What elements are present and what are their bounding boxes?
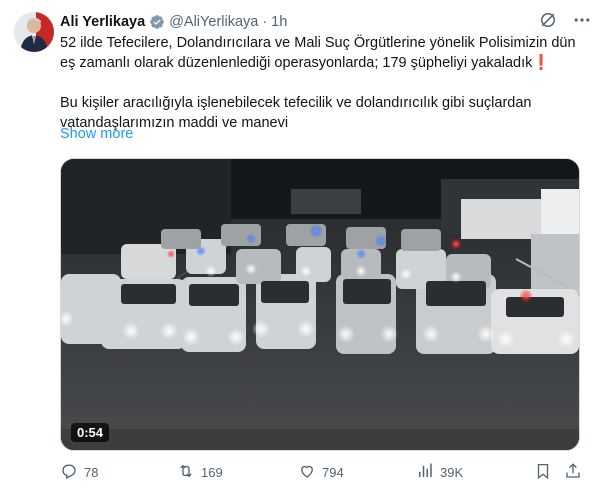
grok-icon[interactable] [538, 10, 558, 30]
reply-icon [60, 462, 78, 483]
reply-button[interactable]: 78 [60, 462, 98, 482]
author-name[interactable]: Ali Yerlikaya [60, 14, 145, 30]
bookmark-icon [534, 462, 552, 483]
like-count: 794 [322, 464, 344, 480]
like-icon [298, 462, 316, 483]
video-thumbnail [61, 159, 579, 450]
timestamp[interactable]: 1h [271, 14, 287, 30]
verified-badge-icon [149, 14, 165, 30]
tweet-top-actions [538, 10, 592, 30]
repost-count: 169 [201, 464, 223, 480]
views-icon [416, 462, 434, 483]
share-icon [564, 462, 582, 483]
author-handle[interactable]: @AliYerlikaya [169, 14, 258, 30]
tweet-card[interactable]: Ali Yerlikaya @AliYerlikaya · 1h 52 ilde… [0, 0, 606, 492]
repost-button[interactable]: 169 [177, 462, 223, 482]
avatar-image [14, 12, 54, 52]
like-button[interactable]: 794 [298, 462, 344, 482]
repost-icon [177, 462, 195, 483]
video-player[interactable]: 0:54 [60, 158, 580, 451]
avatar[interactable] [14, 12, 54, 52]
more-icon[interactable] [572, 10, 592, 30]
reply-count: 78 [84, 464, 99, 480]
views-count: 39K [440, 464, 464, 480]
show-more-link[interactable]: Show more [60, 126, 133, 142]
views-button[interactable]: 39K [416, 462, 463, 482]
bookmark-button[interactable] [534, 462, 552, 482]
video-duration: 0:54 [71, 423, 110, 442]
tweet-actions-bar: 78 169 794 39K [60, 462, 582, 482]
tweet-header: Ali Yerlikaya @AliYerlikaya · 1h [60, 12, 287, 32]
tweet-text: 52 ilde Tefecilere, Dolandırıcılara ve M… [60, 33, 590, 133]
share-button[interactable] [564, 462, 582, 482]
tweet-paragraph-1: 52 ilde Tefecilere, Dolandırıcılara ve M… [60, 35, 576, 71]
tweet-paragraph-2: Bu kişiler aracılığıyla işlenebilecek te… [60, 95, 532, 131]
separator-dot: · [262, 14, 268, 30]
